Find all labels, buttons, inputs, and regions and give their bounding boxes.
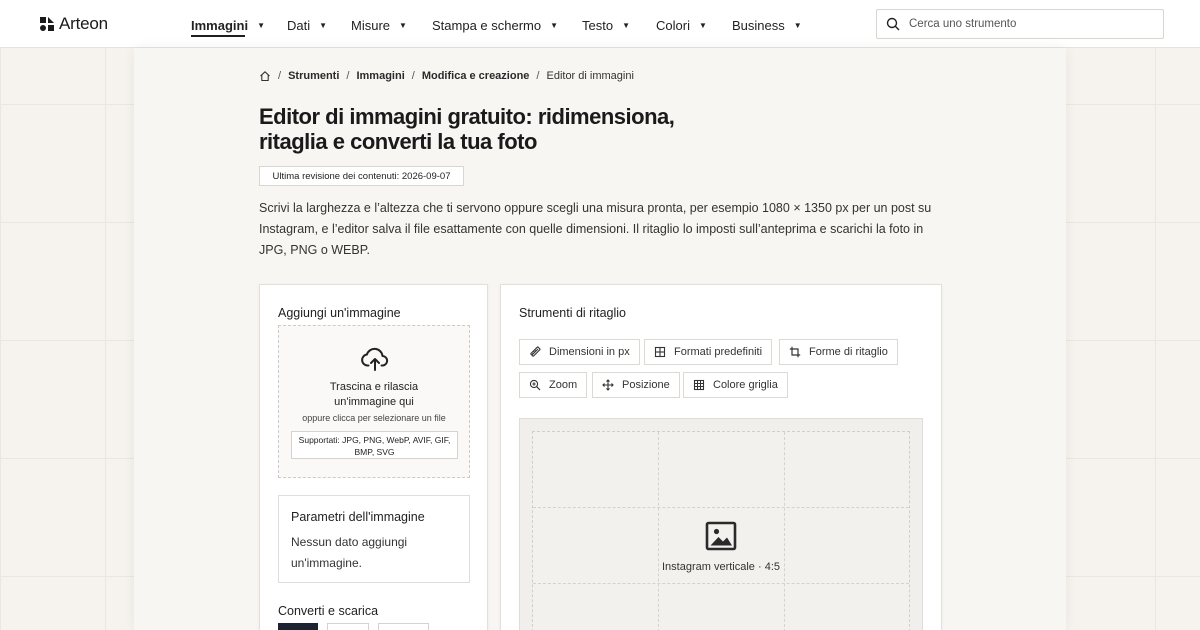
brand-logo[interactable]: Arteon: [39, 14, 108, 34]
chevron-down-icon: ▼: [550, 20, 559, 30]
grid-color-icon: [693, 379, 705, 391]
format-option-button[interactable]: [278, 623, 318, 630]
image-parameters-box: Parametri dell'immagine Nessun dato aggi…: [278, 495, 470, 583]
grid-line: [533, 583, 909, 584]
arteon-logo-icon: [40, 17, 54, 31]
breadcrumb-separator: /: [278, 70, 282, 82]
format-option-button[interactable]: [378, 623, 429, 630]
params-title: Parametri dell'immagine: [291, 510, 425, 524]
zoom-icon: [529, 379, 541, 391]
breadcrumb-separator: /: [411, 70, 415, 82]
breadcrumb-separator: /: [536, 70, 540, 82]
breadcrumb: / Strumenti / Immagini / Modifica e crea…: [259, 69, 634, 83]
dropzone-text: Trascina e rilascia un'immagine qui: [329, 381, 419, 408]
breadcrumb-separator: /: [346, 70, 350, 82]
image-dropzone[interactable]: Trascina e rilascia un'immagine qui oppu…: [278, 325, 470, 478]
top-navigation-bar: Arteon Immagini ▼ Dati ▼ Misure ▼ Stampa…: [0, 0, 1200, 48]
intro-paragraph: Scrivi la larghezza e l’altezza che ti s…: [259, 201, 932, 257]
image-placeholder-icon: [705, 521, 737, 551]
preset-formats-button[interactable]: Formati predefiniti: [644, 339, 773, 365]
search-icon: [886, 17, 900, 31]
home-icon[interactable]: [259, 70, 271, 82]
chevron-down-icon: ▼: [257, 20, 265, 30]
chevron-down-icon: ▼: [399, 20, 407, 30]
chevron-down-icon: ▼: [698, 20, 707, 30]
position-button[interactable]: Posizione: [592, 372, 680, 398]
tool-label: Zoom: [549, 379, 578, 391]
grid-icon: [654, 346, 666, 358]
search-input[interactable]: [909, 18, 1149, 30]
breadcrumb-current: Editor di immagini: [546, 70, 634, 82]
revision-badge: Ultima revisione dei contenuti: 2026-09-…: [259, 166, 464, 186]
nav-label: Business: [732, 17, 785, 33]
zoom-button[interactable]: Zoom: [519, 372, 588, 398]
tool-label: Colore griglia: [713, 379, 778, 391]
chevron-down-icon: ▼: [793, 20, 802, 30]
crop-icon: [789, 346, 801, 358]
params-empty-text: Nessun dato aggiungi un'immagine.: [291, 535, 408, 570]
tool-label: Formati predefiniti: [674, 346, 763, 358]
grid-color-button[interactable]: Colore griglia: [683, 372, 788, 398]
cloud-upload-icon: [361, 347, 389, 371]
image-upload-card: Aggiungi un'immagine Trascina e rilascia…: [259, 284, 488, 630]
move-icon: [602, 379, 614, 391]
chevron-down-icon: ▼: [622, 20, 630, 30]
nav-item-colori[interactable]: Colori ▼: [656, 16, 707, 34]
tool-label: Posizione: [622, 379, 670, 391]
dropzone-hint: oppure clicca per selezionare un file: [302, 413, 446, 423]
breadcrumb-link-modifica[interactable]: Modifica e creazione: [422, 70, 530, 82]
breadcrumb-link-immagini[interactable]: Immagini: [356, 70, 404, 82]
grid-line: [784, 432, 785, 630]
crop-area[interactable]: Instagram verticale · 4:5: [532, 431, 910, 630]
nav-label: Stampa e schermo: [432, 17, 542, 33]
nav-label: Immagini: [191, 17, 249, 33]
format-option-button[interactable]: [327, 623, 369, 630]
crop-tools-card: Strumenti di ritaglio Dimensioni in px F…: [500, 284, 942, 630]
image-preview: Instagram verticale · 4:5: [519, 418, 923, 630]
nav-item-dati[interactable]: Dati ▼: [287, 16, 327, 34]
supported-formats: Supportati: JPG, PNG, WebP, AVIF, GIF, B…: [291, 431, 458, 459]
nav-item-business[interactable]: Business ▼: [732, 16, 802, 34]
nav-label: Testo: [582, 17, 614, 33]
upload-title: Aggiungi un'immagine: [278, 306, 401, 320]
breadcrumb-link-strumenti[interactable]: Strumenti: [288, 70, 339, 82]
grid-line: [533, 507, 909, 508]
brand-name: Arteon: [59, 14, 108, 33]
tool-label: Dimensioni in px: [549, 346, 630, 358]
crop-shapes-button[interactable]: Forme di ritaglio: [779, 339, 898, 365]
ruler-icon: [530, 346, 541, 357]
convert-title: Converti e scarica: [278, 604, 379, 618]
dimensions-button[interactable]: Dimensioni in px: [519, 339, 640, 365]
chevron-down-icon: ▼: [319, 20, 328, 30]
nav-item-testo[interactable]: Testo ▼: [582, 16, 630, 34]
nav-item-immagini[interactable]: Immagini ▼: [191, 16, 265, 37]
nav-item-stampa-e-schermo[interactable]: Stampa e schermo ▼: [432, 16, 558, 34]
nav-item-misure[interactable]: Misure ▼: [351, 16, 407, 34]
page-title: Editor di immagini gratuito: ridimension…: [259, 104, 675, 154]
tool-label: Forme di ritaglio: [809, 346, 888, 358]
nav-label: Colori: [656, 17, 690, 33]
preview-ratio-label: Instagram verticale · 4:5: [662, 561, 780, 573]
crop-tools-title: Strumenti di ritaglio: [519, 306, 626, 320]
nav-label: Misure: [351, 17, 391, 33]
nav-label: Dati: [287, 17, 311, 33]
search-box[interactable]: [876, 9, 1164, 39]
grid-line: [658, 432, 659, 630]
